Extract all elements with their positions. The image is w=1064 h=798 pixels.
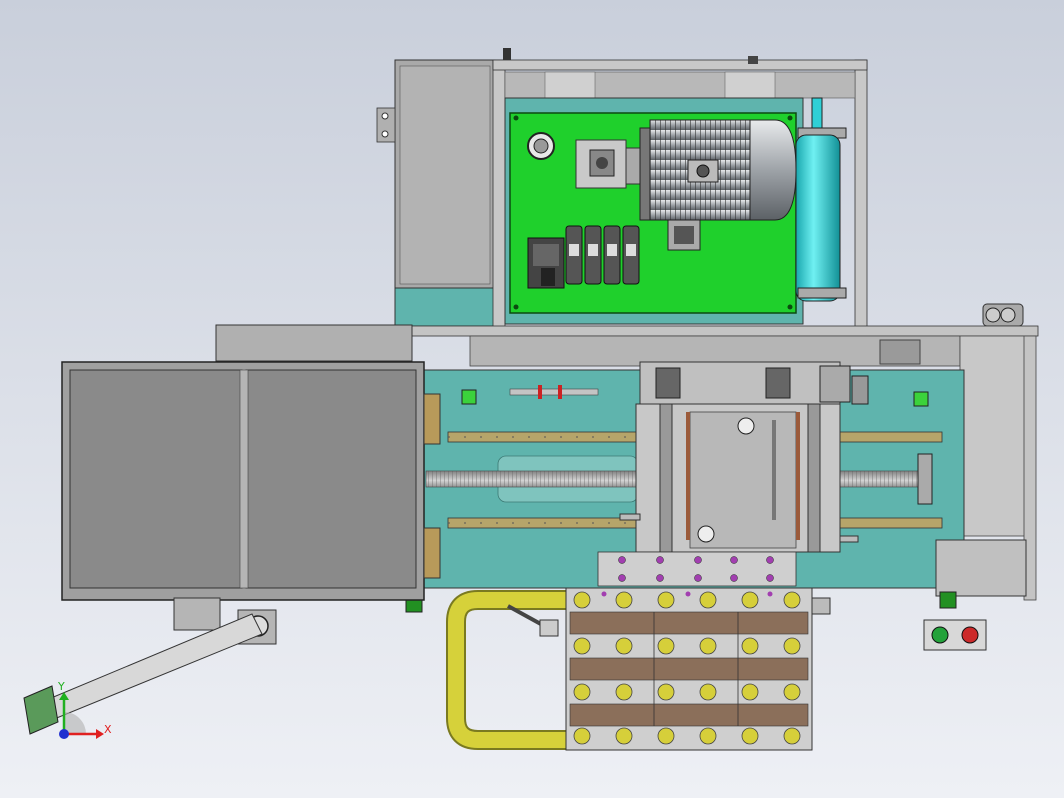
- safety-guard-door[interactable]: [61, 361, 441, 631]
- proximity-sensor: [913, 391, 929, 407]
- cad-viewport[interactable]: X Y: [0, 0, 1064, 798]
- moving-carriage[interactable]: [619, 361, 869, 553]
- die-fixture-block[interactable]: [565, 587, 831, 751]
- proximity-sensor: [461, 389, 477, 405]
- start-button[interactable]: [931, 626, 949, 644]
- cross-beam: [411, 325, 1039, 337]
- stop-button[interactable]: [961, 626, 979, 644]
- control-button-box[interactable]: [923, 619, 987, 651]
- axis-y-label: Y: [57, 680, 65, 693]
- axis-x-label: X: [104, 723, 112, 736]
- accumulator-tank[interactable]: [795, 97, 847, 302]
